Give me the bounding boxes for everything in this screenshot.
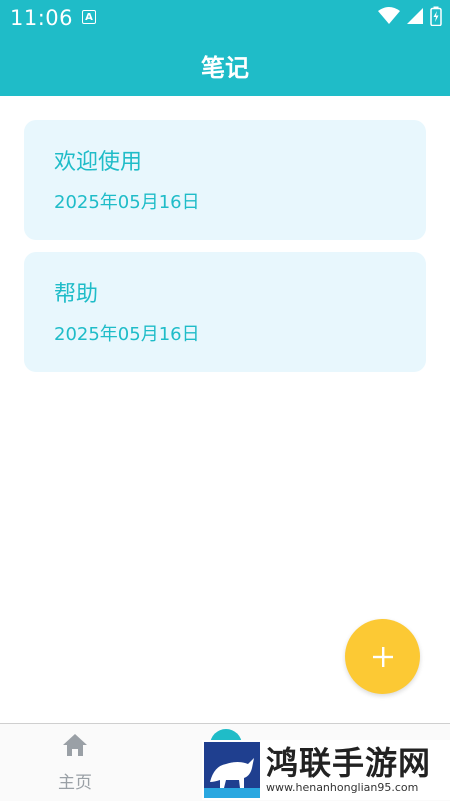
note-card[interactable]: 欢迎使用 2025年05月16日 — [24, 120, 426, 240]
watermark-brand: 鸿联手游网 — [266, 744, 432, 782]
watermark-url: www.henanhonglian95.com — [266, 781, 419, 794]
wifi-icon — [378, 7, 400, 24]
app-header: 11:06 A 笔记 — [0, 0, 450, 96]
note-title: 欢迎使用 — [54, 150, 143, 175]
signal-icon — [407, 8, 423, 24]
note-card[interactable]: 帮助 2025年05月16日 — [24, 252, 426, 372]
watermark: 鸿联手游网 www.henanhonglian95.com — [202, 740, 450, 800]
home-icon — [63, 734, 87, 756]
note-date: 2025年05月16日 — [54, 324, 200, 345]
notification-icon: A — [82, 10, 96, 24]
note-date: 2025年05月16日 — [54, 192, 200, 213]
status-icons — [378, 6, 442, 26]
battery-icon — [430, 6, 442, 26]
page-title: 笔记 — [201, 54, 249, 82]
nav-home-label: 主页 — [58, 773, 92, 793]
note-title: 帮助 — [54, 282, 99, 307]
bull-logo-icon — [204, 742, 260, 798]
add-note-button[interactable] — [345, 619, 420, 694]
nav-home[interactable]: 主页 — [40, 732, 110, 793]
notes-list: 欢迎使用 2025年05月16日 帮助 2025年05月16日 — [24, 120, 426, 384]
status-time: 11:06 — [10, 6, 74, 30]
plus-icon — [372, 646, 393, 667]
